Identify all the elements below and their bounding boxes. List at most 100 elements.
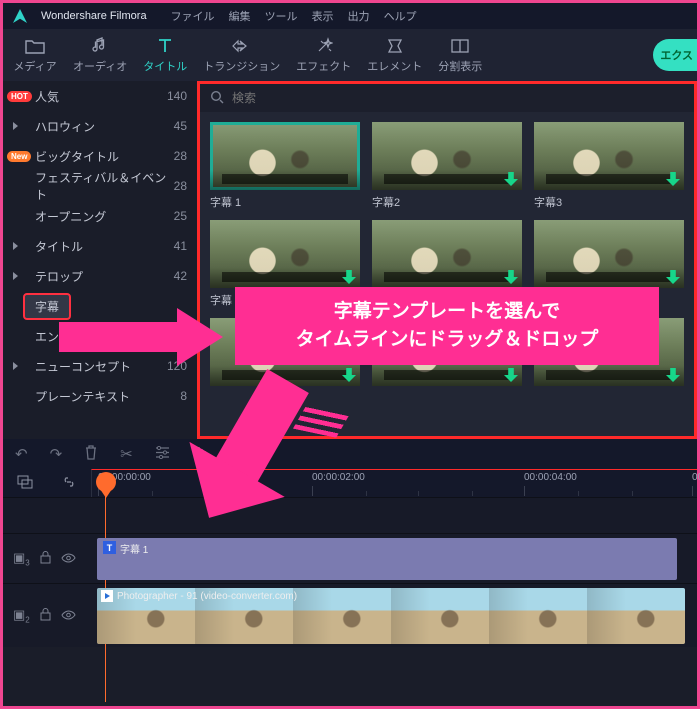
export-button[interactable]: エクス: [653, 39, 697, 71]
split-icon: [450, 37, 470, 55]
sidebar-item-label: ハロウィン: [23, 118, 174, 135]
sidebar-item-count: 45: [174, 119, 187, 133]
chevron-right-icon: [13, 272, 18, 280]
sidebar-item-count: 25: [174, 209, 187, 223]
sidebar-item-popular[interactable]: HOT 人気 140: [3, 81, 197, 111]
title-clip[interactable]: T 字幕 1: [97, 538, 677, 580]
thumb-caption: 字幕 1: [210, 194, 360, 210]
export-label: エクス: [660, 47, 693, 63]
chevron-right-icon: [13, 362, 18, 370]
sidebar-item-label: オープニング: [23, 208, 174, 225]
lock-icon[interactable]: [40, 551, 51, 567]
transition-icon: [232, 37, 252, 55]
track-layer-icon[interactable]: ▣2: [13, 607, 30, 625]
clip-label: Photographer - 91 (video-converter.com): [117, 591, 297, 602]
main-menu: ファイル 編集 ツール 表示 出力 ヘルプ: [171, 8, 417, 24]
app-logo-icon: [13, 9, 27, 23]
adjust-icon[interactable]: [155, 446, 170, 463]
thumb-caption: 字幕2: [372, 194, 522, 210]
new-badge: New: [7, 151, 31, 162]
link-icon[interactable]: [61, 475, 77, 491]
lock-icon[interactable]: [40, 608, 51, 624]
app-name: Wondershare Filmora: [41, 10, 147, 22]
sidebar-item-count: 28: [174, 179, 187, 193]
undo-icon[interactable]: ↶: [15, 445, 28, 463]
title-badge-icon: T: [103, 541, 116, 554]
tab-media[interactable]: メディア: [13, 37, 57, 74]
track-empty: [3, 497, 697, 533]
sidebar-item-festival[interactable]: フェスティバル＆イベント 28: [3, 171, 197, 201]
playhead[interactable]: [96, 472, 116, 492]
sidebar-item-opening[interactable]: オープニング 25: [3, 201, 197, 231]
tab-label: 分割表示: [438, 58, 482, 74]
ruler-tick: 00:00:06:00: [692, 472, 700, 483]
video-clip[interactable]: Photographer - 91 (video-converter.com): [97, 588, 685, 644]
clip-label: 字幕 1: [120, 541, 148, 556]
sidebar-item-label: 人気: [23, 88, 167, 105]
track-title: ▣3 T 字幕 1: [3, 533, 697, 583]
tab-transition[interactable]: トランジション: [203, 37, 280, 74]
tab-splitview[interactable]: 分割表示: [438, 37, 482, 74]
track-layer-icon[interactable]: ▣3: [13, 550, 30, 568]
sidebar-item-count: 8: [180, 389, 187, 403]
tab-label: エフェクト: [296, 58, 351, 74]
menu-file[interactable]: ファイル: [171, 8, 215, 24]
thumb-image: [534, 220, 684, 288]
folder-icon: [25, 37, 45, 55]
hot-badge: HOT: [7, 91, 32, 102]
thumb-caption: 字幕3: [534, 194, 684, 210]
thumb-image: [210, 220, 360, 288]
sidebar-item-count: 42: [174, 269, 187, 283]
sparkle-icon: [314, 37, 334, 55]
tab-label: トランジション: [203, 58, 280, 74]
thumb-image: [372, 220, 522, 288]
ruler-controls: [3, 469, 91, 497]
sidebar-item-count: 140: [167, 89, 187, 103]
sidebar-item-label: ビッグタイトル: [23, 148, 174, 165]
chevron-right-icon: [13, 122, 18, 130]
template-thumb[interactable]: 字幕2: [372, 122, 522, 210]
tab-label: エレメント: [367, 58, 422, 74]
menu-output[interactable]: 出力: [348, 8, 370, 24]
music-icon: [90, 37, 110, 55]
tab-effect[interactable]: エフェクト: [296, 37, 351, 74]
template-thumb[interactable]: 字幕 1: [210, 122, 360, 210]
template-thumb[interactable]: 字幕3: [534, 122, 684, 210]
category-sidebar: HOT 人気 140 ハロウィン 45 New ビッグタイトル 28 フェスティ…: [3, 81, 197, 439]
mark-in-icon[interactable]: [17, 475, 33, 492]
tab-label: タイトル: [143, 58, 187, 74]
tab-title[interactable]: タイトル: [143, 37, 187, 74]
timeline-ruler-row: 00:00:00:00 00:00:02:00 00:00:04:00 00:0…: [3, 469, 697, 497]
tab-audio[interactable]: オーディオ: [73, 37, 127, 74]
redo-icon[interactable]: ↷: [50, 445, 63, 463]
track-head: ▣2: [3, 584, 91, 647]
sidebar-item-label: タイトル: [23, 238, 174, 255]
menu-view[interactable]: 表示: [312, 8, 334, 24]
eye-icon[interactable]: [61, 608, 76, 623]
tab-element[interactable]: エレメント: [367, 37, 422, 74]
sidebar-item-title[interactable]: タイトル 41: [3, 231, 197, 261]
ruler-tick: 00:00:04:00: [524, 472, 577, 483]
sidebar-item-label: プレーンテキスト: [23, 388, 180, 405]
play-icon: [101, 590, 113, 602]
annotation-callout: 字幕テンプレートを選んで タイムラインにドラッグ＆ドロップ: [235, 287, 659, 365]
menu-help[interactable]: ヘルプ: [384, 8, 417, 24]
sidebar-item-bigtitle[interactable]: New ビッグタイトル 28: [3, 141, 197, 171]
callout-text: 字幕テンプレートを選んで タイムラインにドラッグ＆ドロップ: [296, 298, 599, 353]
sidebar-item-plaintext[interactable]: プレーンテキスト 8: [3, 381, 197, 411]
thumb-image: [210, 122, 360, 190]
chevron-right-icon: [13, 242, 18, 250]
clip-header: Photographer - 91 (video-converter.com): [101, 590, 297, 602]
asset-tabs: メディア オーディオ タイトル トランジション エフェクト エレメント 分割: [3, 29, 697, 81]
split-clip-icon[interactable]: ✂: [120, 445, 133, 463]
sidebar-item-telop[interactable]: テロップ 42: [3, 261, 197, 291]
element-icon: [385, 37, 405, 55]
delete-icon[interactable]: [84, 445, 98, 464]
menu-tool[interactable]: ツール: [265, 8, 298, 24]
eye-icon[interactable]: [61, 551, 76, 566]
sidebar-item-count: 41: [174, 239, 187, 253]
annotation-arrow-right: [59, 312, 235, 362]
sidebar-item-halloween[interactable]: ハロウィン 45: [3, 111, 197, 141]
search-input[interactable]: [232, 91, 684, 105]
menu-edit[interactable]: 編集: [229, 8, 251, 24]
